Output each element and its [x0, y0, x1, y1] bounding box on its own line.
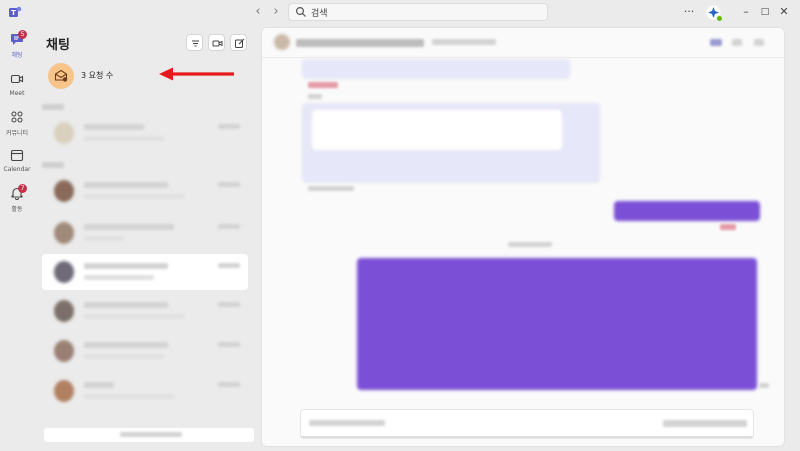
- maximize-button[interactable]: □: [757, 4, 773, 20]
- conversation-header: [262, 28, 784, 58]
- message-bubble[interactable]: [302, 59, 570, 79]
- rail-item-label: Calendar: [3, 166, 31, 173]
- list-item[interactable]: [42, 374, 248, 410]
- calendar-icon: [10, 149, 24, 162]
- list-item[interactable]: [42, 334, 248, 370]
- quoted-message: [312, 110, 562, 150]
- section-header: [42, 104, 64, 110]
- section-header: [42, 162, 64, 168]
- annotation-arrow-icon: [159, 67, 234, 81]
- conversation-pane: [261, 27, 785, 447]
- avatar: [54, 261, 74, 283]
- avatar: [54, 340, 74, 362]
- user-avatar[interactable]: [706, 5, 723, 22]
- rail-item-label: 채팅: [11, 52, 23, 59]
- list-item[interactable]: [42, 216, 248, 252]
- message-bubble-sent[interactable]: [614, 201, 760, 221]
- chat-list-title: 채팅: [46, 38, 70, 53]
- search-box[interactable]: [288, 3, 548, 21]
- search-icon: [295, 6, 306, 17]
- close-button[interactable]: ✕: [776, 4, 792, 20]
- avatar: [54, 122, 74, 144]
- teams-logo-icon: T: [9, 6, 22, 17]
- rail-item-calendar[interactable]: Calendar: [0, 144, 34, 184]
- rail-item-community[interactable]: 커뮤니티: [0, 106, 34, 146]
- avatar: [54, 380, 74, 402]
- requests-avatar: [48, 63, 74, 89]
- rail-item-label: Meet: [9, 90, 25, 97]
- avatar: [274, 34, 290, 50]
- requests-label: 3 요청 수: [81, 71, 114, 80]
- filter-icon: [192, 40, 199, 47]
- mail-request-icon: [54, 69, 68, 82]
- compose-icon: [235, 38, 245, 48]
- list-item[interactable]: [42, 116, 248, 152]
- avatar: [54, 180, 74, 202]
- list-footer-bar: [44, 428, 254, 442]
- rail-item-label: 커뮤니티: [5, 130, 29, 137]
- community-icon: [11, 111, 23, 123]
- activity-unread-badge: 7: [18, 184, 27, 193]
- rail-item-label: 활동: [11, 206, 23, 213]
- rail-item-activity[interactable]: 7 활동: [0, 182, 34, 222]
- list-item-selected[interactable]: [42, 254, 248, 290]
- chat-unread-badge: 5: [18, 30, 27, 39]
- compose-box[interactable]: [300, 409, 754, 439]
- avatar: [54, 300, 74, 322]
- avatar: [54, 222, 74, 244]
- message-bubble-sent[interactable]: [357, 258, 757, 390]
- title-bar: T ‹ › ··· – □ ✕: [0, 0, 800, 24]
- video-icon: [10, 74, 24, 84]
- svg-text:T: T: [11, 9, 16, 17]
- list-item[interactable]: [42, 174, 248, 210]
- search-input[interactable]: [311, 4, 541, 20]
- meet-now-button[interactable]: [208, 34, 225, 51]
- back-arrow-icon[interactable]: ‹: [250, 4, 266, 20]
- video-icon: [212, 40, 223, 47]
- app-rail: 5 채팅 Meet 커뮤니티 Calendar 7 활동: [0, 24, 34, 451]
- forward-arrow-icon[interactable]: ›: [268, 4, 284, 20]
- filter-button[interactable]: [186, 34, 203, 51]
- new-chat-button[interactable]: [230, 34, 247, 51]
- list-item[interactable]: [42, 294, 248, 330]
- rail-item-meet[interactable]: Meet: [0, 68, 34, 108]
- presence-available-icon: [716, 15, 723, 22]
- chat-list-pane: 채팅 3 요청 수: [34, 24, 256, 451]
- minimize-button[interactable]: –: [738, 4, 754, 20]
- rail-item-chat[interactable]: 5 채팅: [0, 28, 34, 68]
- more-options-button[interactable]: ···: [681, 4, 697, 20]
